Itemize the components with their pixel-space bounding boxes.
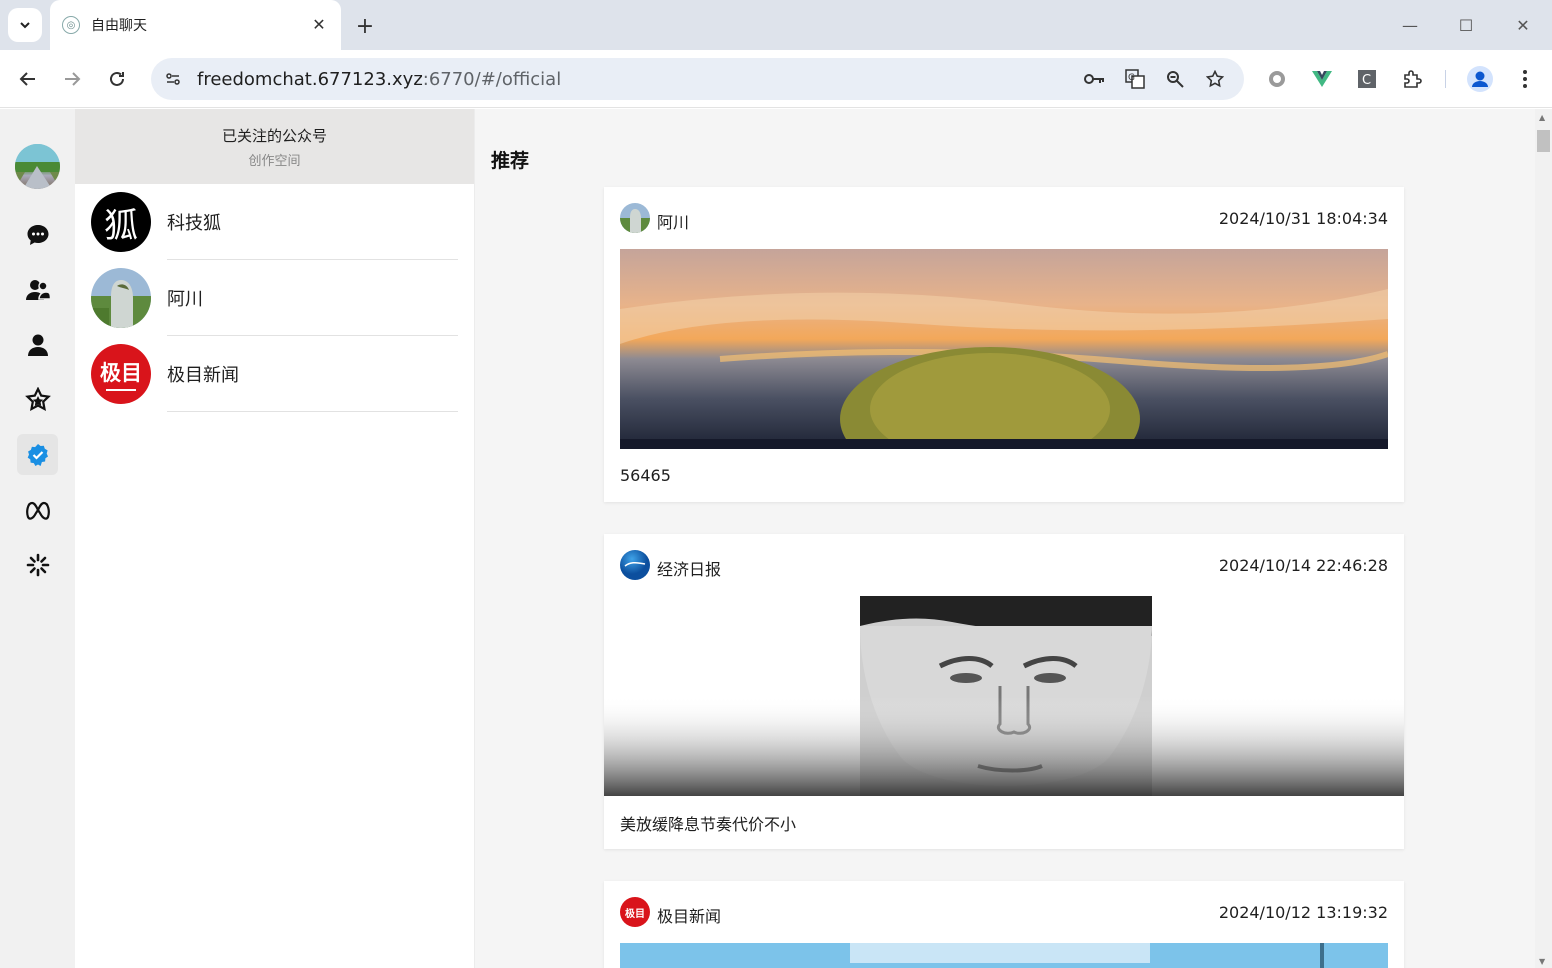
url-path: :6770/#/official — [422, 68, 562, 90]
app-window: 已关注的公众号 创作空间 狐 科技狐 阿川 极目 极目新闻 推荐 阿川 2024… — [0, 109, 1552, 968]
post-header: 阿川 2024/10/31 18:04:34 — [604, 187, 1404, 249]
post-header: 极目 极目新闻 2024/10/12 13:19:32 — [604, 881, 1404, 943]
scroll-up-arrow[interactable]: ▲ — [1539, 113, 1545, 122]
scroll-down-arrow[interactable]: ▼ — [1539, 957, 1545, 966]
recommend-feed: 推荐 阿川 2024/10/31 18:04:34 56465 经济日报 202… — [475, 109, 1552, 968]
divider — [167, 411, 458, 412]
account-avatar: 狐 — [91, 192, 151, 252]
reload-icon — [110, 71, 124, 86]
favorites-icon[interactable] — [17, 379, 58, 420]
browser-menu-icon[interactable] — [1511, 65, 1539, 93]
tab-search-button[interactable] — [8, 8, 42, 42]
post-text: 56465 — [620, 466, 671, 485]
my-avatar[interactable] — [15, 144, 60, 189]
toolbar-separator — [1445, 70, 1446, 88]
new-tab-button[interactable]: + — [352, 13, 378, 39]
globe-icon: ◎ — [62, 16, 80, 34]
avatar-logo-text: 狐 — [104, 205, 138, 246]
extensions-puzzle-icon[interactable] — [1398, 65, 1426, 93]
close-window-button[interactable]: ✕ — [1495, 0, 1551, 50]
author-avatar[interactable] — [620, 203, 650, 233]
author-avatar[interactable] — [620, 550, 650, 580]
chevron-down-icon — [20, 22, 30, 29]
back-button[interactable] — [13, 64, 43, 94]
panel-subtitle[interactable]: 创作空间 — [248, 150, 300, 169]
profile-avatar[interactable] — [1466, 65, 1494, 93]
profile-icon[interactable] — [17, 324, 58, 365]
author-avatar[interactable]: 极目 — [620, 897, 650, 927]
post-card[interactable]: 阿川 2024/10/31 18:04:34 56465 — [604, 187, 1404, 502]
url-text[interactable]: freedomchat.677123.xyz:6770/#/official — [197, 69, 561, 90]
post-text: 美放缓降息节奏代价不小 — [620, 814, 797, 834]
author-name[interactable]: 极目新闻 — [657, 903, 721, 927]
contacts-icon[interactable] — [17, 269, 58, 310]
left-nav-bar — [0, 109, 75, 968]
address-bar[interactable]: freedomchat.677123.xyz:6770/#/official G — [151, 58, 1244, 100]
minimize-button[interactable]: — — [1382, 0, 1438, 50]
avatar-logo-text: 极目 — [625, 908, 645, 920]
panel-title: 已关注的公众号 — [221, 126, 327, 145]
vue-devtools-icon[interactable] — [1308, 65, 1336, 93]
svg-text:G: G — [1128, 73, 1135, 83]
url-host: freedomchat.677123.xyz — [197, 68, 423, 90]
browser-tab-strip: ◎ 自由聊天 ✕ + — ☐ ✕ — [0, 0, 1552, 50]
author-name[interactable]: 阿川 — [657, 209, 689, 233]
post-cover-image[interactable] — [620, 249, 1388, 449]
avatar-logo-text: 极目 — [100, 360, 142, 385]
post-time: 2024/10/12 13:19:32 — [1218, 903, 1388, 922]
browser-tab[interactable]: ◎ 自由聊天 ✕ — [50, 0, 341, 50]
arrow-right-icon — [65, 72, 81, 86]
forward-button[interactable] — [57, 64, 87, 94]
author-name[interactable]: 经济日报 — [657, 556, 721, 580]
followed-accounts-panel: 已关注的公众号 创作空间 狐 科技狐 阿川 极目 极目新闻 — [75, 109, 475, 968]
reload-button[interactable] — [102, 64, 132, 94]
key-icon[interactable] — [1083, 67, 1107, 91]
account-avatar: 极目 — [91, 344, 151, 404]
bookmark-star-icon[interactable] — [1203, 67, 1227, 91]
tab-title: 自由聊天 — [91, 18, 147, 34]
browser-toolbar: freedomchat.677123.xyz:6770/#/official G… — [0, 50, 1552, 108]
arrow-left-icon — [19, 72, 35, 86]
extension-c-icon[interactable]: C — [1353, 65, 1381, 93]
panel-header: 已关注的公众号 创作空间 — [75, 109, 474, 184]
post-card[interactable]: 经济日报 2024/10/14 22:46:28 美放缓降息节奏代价不小 — [604, 534, 1404, 849]
sparkle-icon[interactable] — [17, 544, 58, 585]
page-scrollbar[interactable]: ▲ ▼ — [1535, 109, 1552, 968]
account-avatar — [91, 268, 151, 328]
post-card[interactable]: 极目 极目新闻 2024/10/12 13:19:32 — [604, 881, 1404, 968]
post-cover-image[interactable] — [604, 596, 1404, 796]
account-name: 极目新闻 — [167, 365, 239, 386]
post-time: 2024/10/14 22:46:28 — [1218, 556, 1388, 575]
post-header: 经济日报 2024/10/14 22:46:28 — [604, 534, 1404, 596]
post-cover-image[interactable] — [620, 943, 1388, 968]
avatar-logo-rule — [106, 389, 136, 391]
account-name: 科技狐 — [167, 213, 221, 234]
account-name: 阿川 — [167, 289, 203, 310]
feed-heading: 推荐 — [491, 150, 530, 172]
translate-icon[interactable]: G — [1123, 67, 1147, 91]
maximize-button[interactable]: ☐ — [1438, 0, 1494, 50]
zoom-icon[interactable] — [1163, 67, 1187, 91]
account-item-achuan[interactable]: 阿川 — [75, 260, 474, 336]
chat-icon[interactable] — [17, 214, 58, 255]
scroll-thumb[interactable] — [1537, 130, 1550, 152]
extension-circle-icon[interactable] — [1263, 65, 1291, 93]
account-item-kejihu[interactable]: 狐 科技狐 — [75, 184, 474, 260]
meta-icon[interactable] — [17, 489, 58, 530]
site-settings-icon[interactable] — [159, 65, 187, 93]
close-tab-icon[interactable]: ✕ — [309, 14, 329, 34]
official-verified-icon[interactable] — [17, 434, 58, 475]
post-time: 2024/10/31 18:04:34 — [1218, 209, 1388, 228]
account-item-jimu[interactable]: 极目 极目新闻 — [75, 336, 474, 412]
svg-text:C: C — [1362, 73, 1371, 88]
